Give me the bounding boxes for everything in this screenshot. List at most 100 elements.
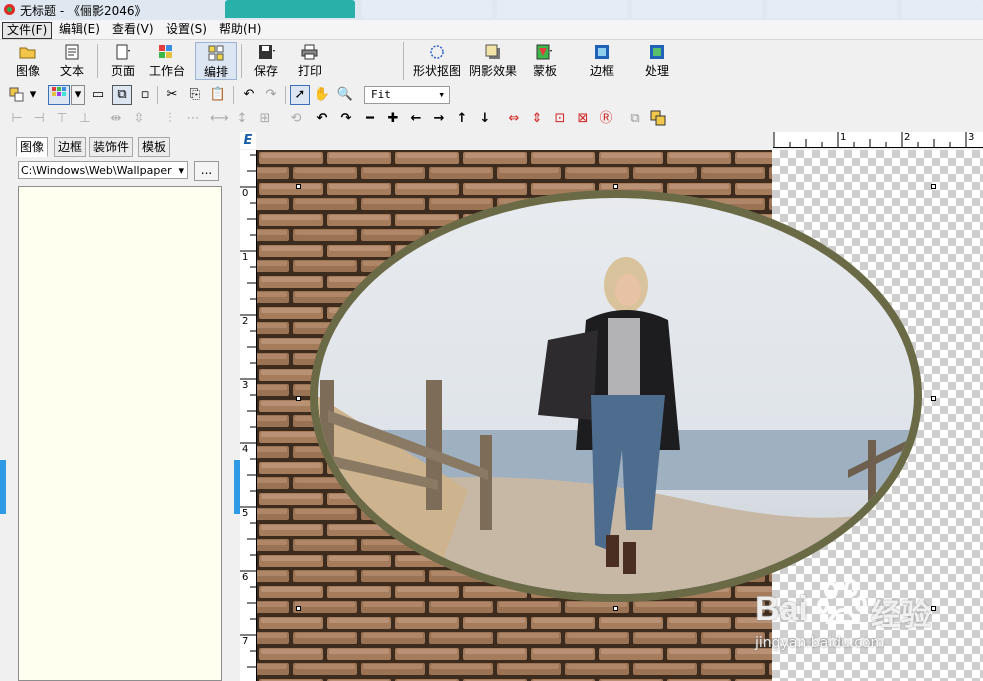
save-button[interactable]: 保存 bbox=[247, 42, 285, 80]
folder-path-select[interactable]: C:\Windows\Web\Wallpaper ▾ bbox=[18, 161, 188, 179]
center-v-icon[interactable]: ⋯ bbox=[184, 110, 202, 128]
process-button[interactable]: 处理 bbox=[638, 42, 676, 80]
rotate-left-icon[interactable]: ↶ bbox=[313, 110, 331, 128]
ruler-label: 1 bbox=[242, 252, 249, 263]
vertical-ruler: 0 1 2 3 4 5 6 7 bbox=[240, 150, 257, 681]
background-tab[interactable] bbox=[497, 0, 627, 18]
border-button[interactable]: 边框 bbox=[583, 42, 621, 80]
toolbar-separator bbox=[157, 86, 158, 104]
mask-button[interactable]: 蒙板 bbox=[525, 42, 565, 80]
background-tab[interactable] bbox=[632, 0, 762, 18]
flip-horizontal-icon[interactable]: ━ bbox=[361, 110, 379, 128]
chevron-down-icon[interactable]: ▾ bbox=[28, 86, 38, 104]
oval-framed-photo[interactable] bbox=[308, 190, 924, 602]
cut-icon[interactable]: ✂ bbox=[163, 86, 181, 104]
frame-icon[interactable]: ▫ bbox=[136, 86, 154, 104]
group-icon[interactable]: ⧉ bbox=[626, 110, 644, 128]
same-height-icon[interactable]: ↕ bbox=[233, 110, 251, 128]
layout-button[interactable]: 编排 bbox=[195, 42, 237, 80]
zoom-icon[interactable]: 🔍 bbox=[336, 86, 354, 104]
resize-handle[interactable] bbox=[931, 396, 936, 401]
background-tab[interactable] bbox=[902, 0, 983, 18]
chevron-down-icon[interactable]: ▾ bbox=[71, 85, 85, 105]
toolbar-separator bbox=[241, 44, 242, 78]
zoom-select[interactable]: Fit ▾ bbox=[364, 86, 450, 104]
ruler-label: 6 bbox=[242, 572, 249, 583]
hand-icon[interactable]: ✋ bbox=[313, 86, 331, 104]
chevron-down-icon: ▾ bbox=[438, 88, 445, 101]
ruler-label: 1 bbox=[840, 132, 847, 143]
pointer-icon[interactable]: ➚ bbox=[290, 85, 310, 105]
same-width-icon[interactable]: ⟷ bbox=[210, 110, 229, 128]
arrow-right-icon[interactable]: → bbox=[430, 110, 448, 128]
paw-logo-icon bbox=[817, 579, 867, 624]
window-title: 无标题 - 《俪影2046》 bbox=[20, 4, 147, 18]
paste-icon[interactable]: 📋 bbox=[209, 86, 227, 104]
zoom-value: Fit bbox=[371, 88, 391, 101]
ruler-unit-corner[interactable]: E bbox=[240, 132, 256, 149]
left-collapse-handle[interactable] bbox=[0, 460, 6, 514]
resize-handle[interactable] bbox=[296, 396, 301, 401]
menu-edit[interactable]: 编辑(E) bbox=[55, 22, 104, 37]
align-right-icon[interactable]: ⊣ bbox=[30, 110, 48, 128]
align-top-icon[interactable]: ⊤ bbox=[53, 110, 71, 128]
toolbar-separator bbox=[285, 86, 286, 104]
resize-handle[interactable] bbox=[296, 184, 301, 189]
workbench-button[interactable]: 工作台 bbox=[146, 42, 188, 80]
shape-cutout-icon bbox=[430, 45, 444, 59]
page-button[interactable]: 页面 bbox=[103, 42, 143, 80]
menu-settings[interactable]: 设置(S) bbox=[162, 22, 211, 37]
copy-icon[interactable]: ⎘ bbox=[186, 86, 204, 104]
arrow-left-icon[interactable]: ← bbox=[407, 110, 425, 128]
shadow-effect-button[interactable]: 阴影效果 bbox=[466, 42, 520, 80]
align-left-icon[interactable]: ⊢ bbox=[8, 110, 26, 128]
menu-view[interactable]: 查看(V) bbox=[108, 22, 158, 37]
distribute-v-icon[interactable]: ⇳ bbox=[130, 110, 148, 128]
arrow-up-icon[interactable]: ↑ bbox=[453, 110, 471, 128]
tab-templates[interactable]: 模板 bbox=[138, 137, 171, 157]
grid-color-icon[interactable] bbox=[48, 85, 70, 105]
menu-bar: 文件(F) 编辑(E) 查看(V) 设置(S) 帮助(H) bbox=[0, 20, 983, 40]
menu-file[interactable]: 文件(F) bbox=[2, 22, 53, 39]
resize-handle[interactable] bbox=[296, 606, 301, 611]
undo-icon[interactable]: ↶ bbox=[240, 86, 258, 104]
resize-handle[interactable] bbox=[613, 606, 618, 611]
copy-frame-icon[interactable]: ⧉ bbox=[112, 85, 132, 105]
print-button[interactable]: 打印 bbox=[290, 42, 330, 80]
rotate-right-icon[interactable]: ↷ bbox=[337, 110, 355, 128]
menu-help[interactable]: 帮助(H) bbox=[215, 22, 265, 37]
stretch-width-icon[interactable]: ⇔ bbox=[505, 110, 523, 128]
center-h-icon[interactable]: ⫶ bbox=[161, 110, 179, 128]
resize-handle[interactable] bbox=[613, 184, 618, 189]
distribute-h-icon[interactable]: ⇹ bbox=[107, 110, 125, 128]
reset-icon[interactable]: Ⓡ bbox=[597, 110, 615, 128]
fit-width-icon[interactable]: ⊠ bbox=[574, 110, 592, 128]
resize-handle[interactable] bbox=[931, 184, 936, 189]
same-size-icon[interactable]: ⊞ bbox=[256, 110, 274, 128]
shape-cutout-button[interactable]: 形状抠图 bbox=[410, 42, 464, 80]
tab-image[interactable]: 图像 bbox=[16, 137, 49, 157]
presentation-icon[interactable]: ▭ bbox=[89, 86, 107, 104]
redo-icon[interactable]: ↷ bbox=[262, 86, 280, 104]
plus-icon[interactable]: ✚ bbox=[384, 110, 402, 128]
stretch-height-icon[interactable]: ⇕ bbox=[528, 110, 546, 128]
file-thumbnail-list[interactable] bbox=[18, 186, 222, 681]
browse-button[interactable]: ... bbox=[194, 161, 219, 181]
text-button[interactable]: 文本 bbox=[52, 42, 92, 80]
tab-decorations[interactable]: 装饰件 bbox=[89, 137, 134, 157]
background-tab[interactable] bbox=[225, 0, 355, 18]
arrow-down-icon[interactable]: ↓ bbox=[476, 110, 494, 128]
ruler-label: 4 bbox=[242, 444, 249, 455]
rotate-free-icon[interactable]: ⟲ bbox=[287, 110, 305, 128]
layers-icon[interactable] bbox=[8, 86, 26, 104]
printer-icon bbox=[301, 44, 318, 60]
watermark-brand-cn: 经验 bbox=[871, 598, 931, 633]
image-button[interactable]: 图像 bbox=[8, 42, 48, 80]
background-tab[interactable] bbox=[767, 0, 897, 18]
background-tab[interactable] bbox=[362, 0, 492, 18]
align-bottom-icon[interactable]: ⊥ bbox=[76, 110, 94, 128]
fit-page-icon[interactable]: ⊡ bbox=[551, 110, 569, 128]
tab-border[interactable]: 边框 bbox=[54, 137, 87, 157]
ungroup-icon[interactable] bbox=[649, 110, 667, 128]
main-toolbar: 图像 文本 页面 工作台 编排 保存 打印 形状抠图 阴影效果 蒙板 边框 处理 bbox=[0, 40, 703, 82]
